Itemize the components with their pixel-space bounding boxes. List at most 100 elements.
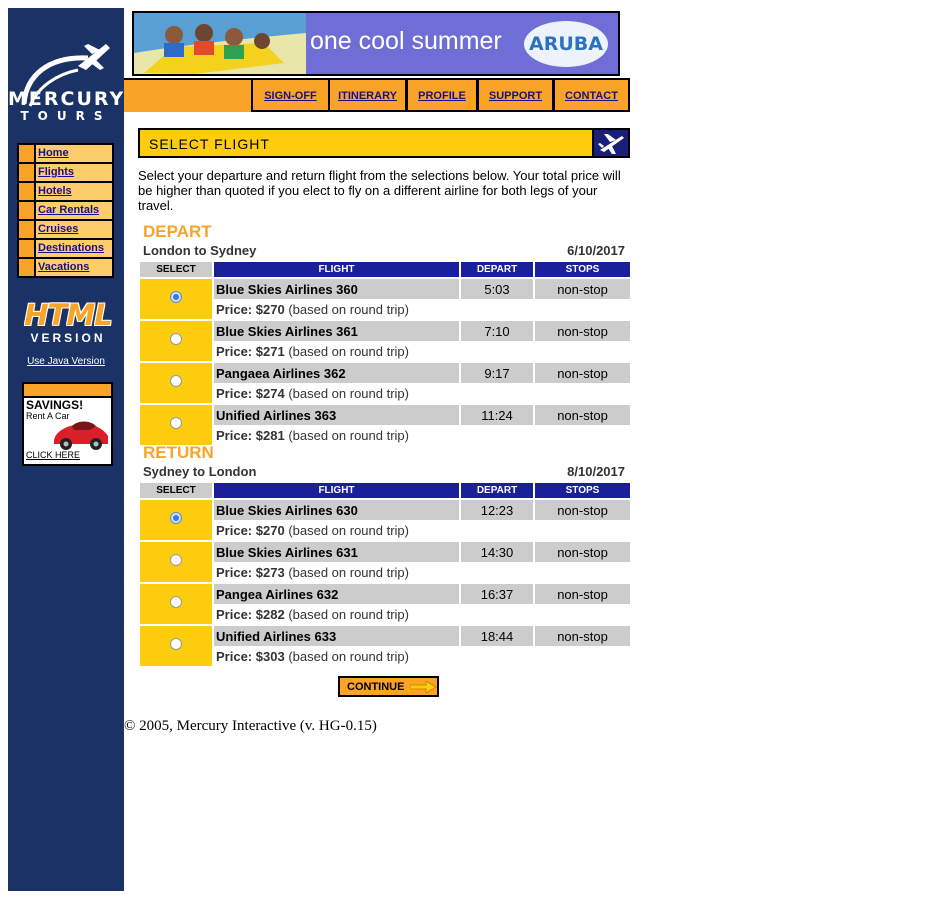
ad-click-here-text: CLICK HERE (26, 450, 81, 460)
price-label: Price: (216, 648, 253, 664)
section-plane-badge (594, 130, 628, 156)
banner-slogan: one cool summer (310, 27, 502, 55)
price-label: Price: (216, 606, 253, 622)
flight-depart-time: 12:23 (461, 498, 533, 521)
sidebar-item-flights: Flights (19, 164, 112, 181)
flight-name: Blue Skies Airlines 361 (214, 319, 459, 342)
return-radio-2[interactable] (170, 554, 182, 566)
brand-name: MERCURY (8, 88, 126, 110)
sidebar-link-flights[interactable]: Flights (36, 164, 112, 181)
depart-radio-3[interactable] (170, 375, 182, 387)
sidebar-item-cruises: Cruises (19, 221, 112, 238)
return-radio-3[interactable] (170, 596, 182, 608)
price-note: (based on round trip) (288, 385, 409, 401)
page-title: SELECT FLIGHT (149, 136, 270, 152)
flight-name: Unified Airlines 363 (214, 403, 459, 426)
price-note: (based on round trip) (288, 301, 409, 317)
flight-name: Blue Skies Airlines 630 (214, 498, 459, 521)
arrow-right-icon (410, 681, 436, 693)
price-label: Price: (216, 564, 253, 580)
column-header-stops: STOPS (535, 483, 630, 498)
return-date: 8/10/2017 (567, 464, 625, 479)
depart-radio-4[interactable] (170, 417, 182, 429)
aruba-banner[interactable]: one cool summer ARUBA (132, 11, 620, 76)
price-value: $282 (255, 606, 285, 622)
sidebar-link-destinations[interactable]: Destinations (36, 240, 112, 257)
column-header-stops: STOPS (535, 262, 630, 277)
nav-contact[interactable]: CONTACT (555, 80, 628, 110)
html-version-title: HTML (24, 298, 112, 332)
nav-itinerary[interactable]: ITINERARY (330, 80, 405, 110)
sidebar-link-car-rentals[interactable]: Car Rentals (36, 202, 112, 219)
depart-flights-table: SELECT FLIGHT DEPART STOPS Blue Skies Ai… (138, 262, 632, 445)
nav-sign-off[interactable]: SIGN-OFF (253, 80, 328, 110)
price-note: (based on round trip) (288, 606, 409, 622)
return-radio-1[interactable] (170, 512, 182, 524)
price-note: (based on round trip) (288, 427, 409, 443)
return-flights-table: SELECT FLIGHT DEPART STOPS Blue Skies Ai… (138, 483, 632, 666)
sidebar-nav: Home Flights Hotels Car Rentals Cruises … (17, 143, 114, 278)
price-label: Price: (216, 427, 253, 443)
flight-row: Pangea Airlines 632 16:37 non-stop (140, 582, 630, 624)
intro-text: Select your departure and return flight … (138, 168, 621, 213)
flight-name: Pangea Airlines 632 (214, 582, 459, 605)
flight-stops: non-stop (535, 361, 630, 384)
return-radio-4[interactable] (170, 638, 182, 650)
html-version-subtitle: VERSION (30, 331, 106, 345)
use-java-version-link[interactable]: Use Java Version (8, 356, 124, 367)
price-label: Price: (216, 343, 253, 359)
top-nav-bar: SIGN-OFF ITINERARY PROFILE SUPPORT CONTA… (124, 78, 630, 112)
flight-row: Blue Skies Airlines 630 12:23 non-stop (140, 498, 630, 540)
flight-row: Blue Skies Airlines 360 5:03 non-stop (140, 277, 630, 319)
price-row: Price: $271 (based on round trip) (140, 341, 630, 361)
flight-stops: non-stop (535, 319, 630, 342)
price-row: Price: $303 (based on round trip) (140, 646, 630, 666)
depart-radio-1[interactable] (170, 291, 182, 303)
sidebar-link-vacations[interactable]: Vacations (36, 259, 112, 276)
flight-row: Blue Skies Airlines 361 7:10 non-stop (140, 319, 630, 361)
flight-stops: non-stop (535, 582, 630, 605)
flight-depart-time: 5:03 (461, 277, 533, 300)
flight-depart-time: 18:44 (461, 624, 533, 647)
sidebar-link-home[interactable]: Home (36, 145, 112, 162)
nav-support[interactable]: SUPPORT (479, 80, 552, 110)
flight-stops: non-stop (535, 624, 630, 647)
flight-row: Pangaea Airlines 362 9:17 non-stop (140, 361, 630, 403)
price-row: Price: $270 (based on round trip) (140, 299, 630, 319)
price-label: Price: (216, 385, 253, 401)
airplane-icon (598, 134, 624, 154)
price-note: (based on round trip) (288, 522, 409, 538)
depart-route: London to Sydney (143, 243, 257, 258)
sidebar-link-cruises[interactable]: Cruises (36, 221, 112, 238)
continue-button[interactable]: CONTINUE (338, 676, 439, 697)
flight-stops: non-stop (535, 277, 630, 300)
nav-profile[interactable]: PROFILE (408, 80, 476, 110)
price-row: Price: $281 (based on round trip) (140, 425, 630, 445)
flight-name: Pangaea Airlines 362 (214, 361, 459, 384)
left-sidebar: MERCURY TOURS Home Flights Hotels Car Re… (8, 8, 124, 891)
column-header-flight: FLIGHT (214, 483, 459, 498)
price-note: (based on round trip) (288, 648, 409, 664)
section-header: SELECT FLIGHT (138, 128, 630, 158)
price-label: Price: (216, 301, 253, 317)
flight-row: Unified Airlines 363 11:24 non-stop (140, 403, 630, 445)
rent-a-car-ad[interactable]: SAVINGS! Rent A Car CLICK HERE (22, 382, 113, 466)
brand-subtitle: TOURS (20, 109, 112, 123)
sidebar-item-vacations: Vacations (19, 259, 112, 276)
flight-depart-time: 11:24 (461, 403, 533, 426)
html-version-badge: HTML VERSION (18, 300, 118, 345)
depart-heading: DEPART (143, 222, 212, 241)
price-row: Price: $270 (based on round trip) (140, 520, 630, 540)
depart-date: 6/10/2017 (567, 243, 625, 258)
return-route: Sydney to London (143, 464, 257, 479)
price-value: $270 (255, 301, 285, 317)
price-row: Price: $282 (based on round trip) (140, 604, 630, 624)
column-header-depart: DEPART (461, 483, 533, 498)
banner-photo (134, 13, 306, 74)
flight-stops: non-stop (535, 403, 630, 426)
flight-depart-time: 7:10 (461, 319, 533, 342)
sidebar-link-hotels[interactable]: Hotels (36, 183, 112, 200)
depart-radio-2[interactable] (170, 333, 182, 345)
footer-copyright: © 2005, Mercury Interactive (v. HG-0.15) (124, 718, 377, 734)
return-heading: RETURN (143, 443, 214, 462)
